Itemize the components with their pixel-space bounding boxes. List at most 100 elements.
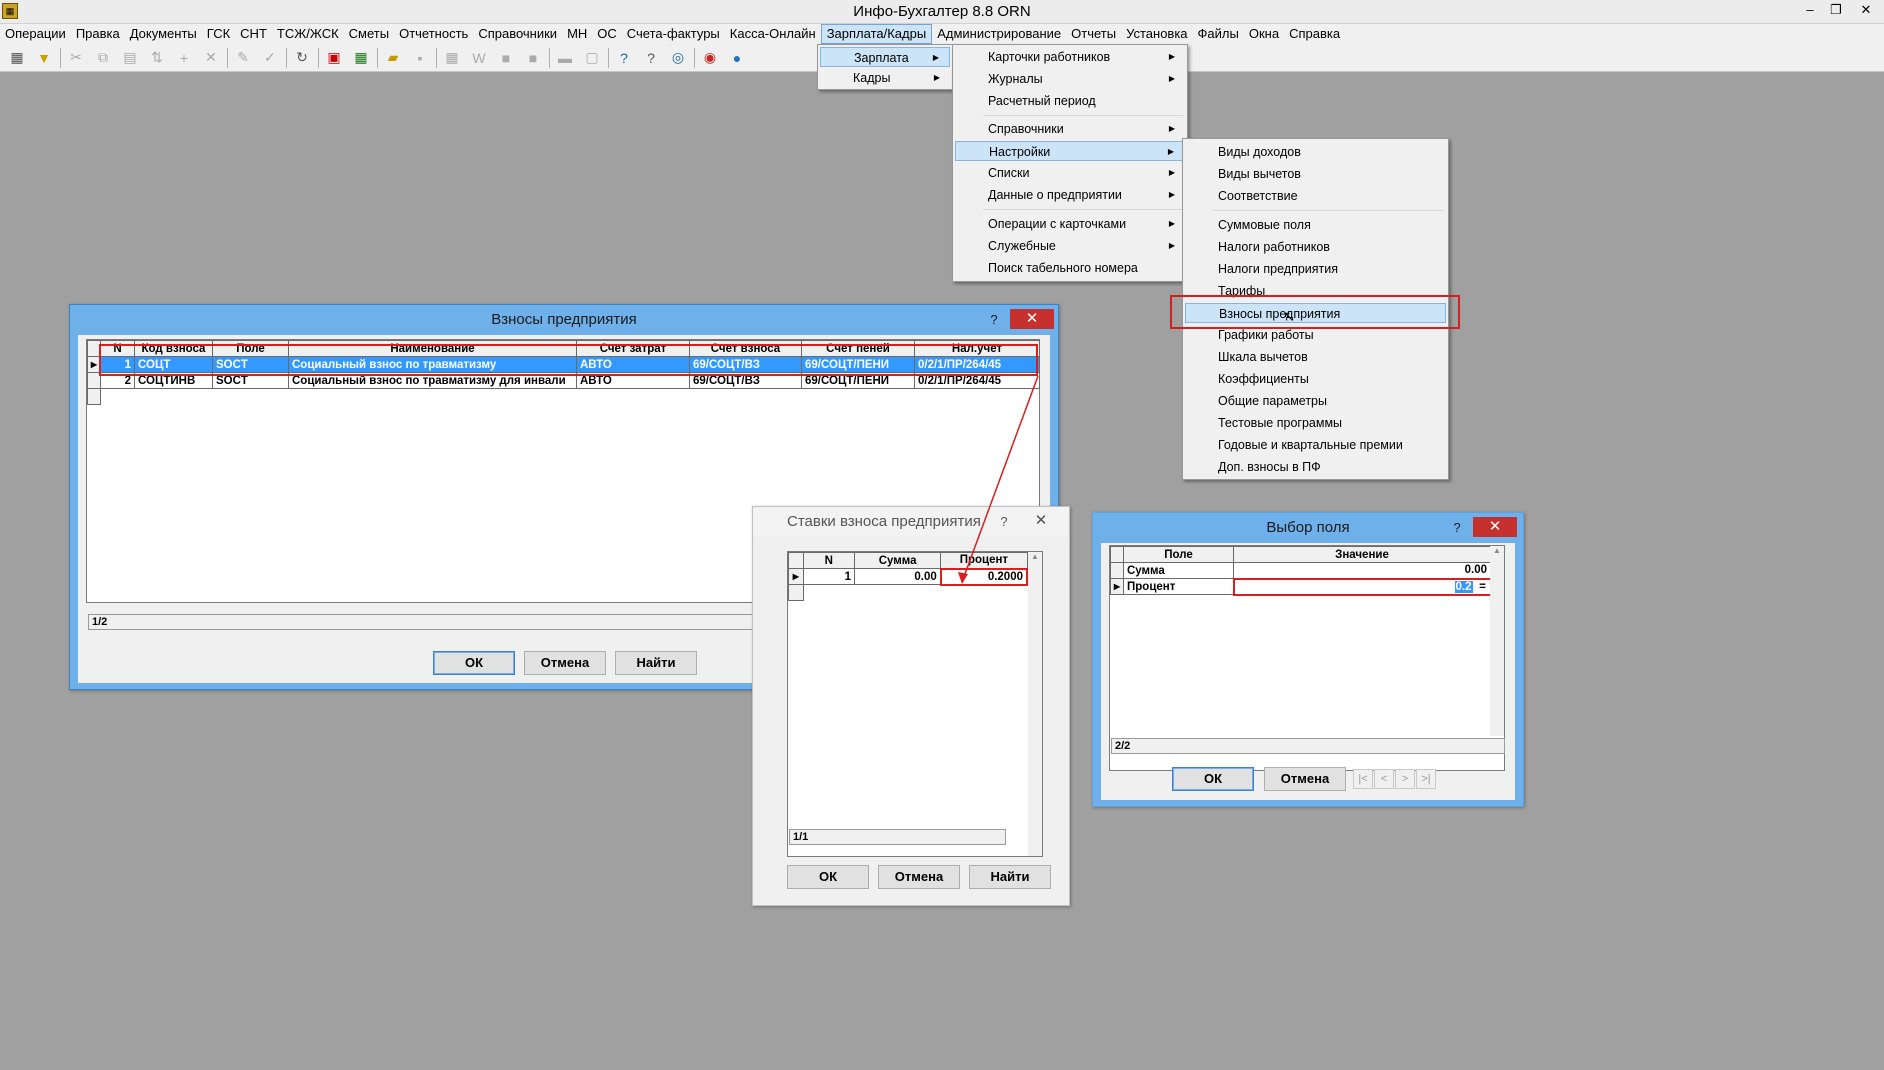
table-row[interactable]: ▶ Процент 0.2 = [1110,577,1492,596]
help-button[interactable]: ? [992,507,1016,537]
help-icon[interactable]: ? [613,47,635,69]
nav-last-button[interactable]: >| [1416,769,1436,789]
find-button[interactable]: Найти [615,651,697,675]
close-button[interactable]: ✕ [1473,517,1517,537]
menu-item-poisk-tabelnogo-nomera[interactable]: Поиск табельного номера [955,258,1185,278]
column-header[interactable]: N [802,552,856,569]
spreadsheet-icon[interactable]: ▦ [350,47,372,69]
menu-item-testovye-programmy[interactable]: Тестовые программы [1185,413,1446,433]
edit-icon[interactable]: ✎ [232,47,254,69]
word-icon[interactable]: W [468,47,490,69]
calculator-icon[interactable]: ▦ [6,47,28,69]
spell-icon[interactable]: ✓ [259,47,281,69]
ok-button[interactable]: ОК [433,651,515,675]
menu-item-summovye-polya[interactable]: Суммовые поля [1185,215,1446,235]
menu-item-zarplata[interactable]: Зарплата ▶ [820,47,950,67]
table-row[interactable]: Сумма 0.00 [1110,562,1491,579]
context-help-icon[interactable]: ? [640,47,662,69]
menu-administrirovanie[interactable]: Администрирование [932,24,1066,44]
menu-item-kartochki-rabotnikov[interactable]: Карточки работников ▶ [955,47,1185,67]
table-row[interactable]: ▶ 1 0.00 0.2000 [788,567,1029,586]
menu-item-vidy-dohodov[interactable]: Виды доходов [1185,142,1446,162]
menu-otchety[interactable]: Отчеты [1066,24,1121,44]
nav-prev-button[interactable]: < [1374,769,1394,789]
table-cell[interactable]: 0.00 [1233,562,1491,579]
restore-button[interactable]: ❐ [1826,1,1846,19]
table-cell[interactable]: Процент [1123,578,1234,595]
menu-scheta-faktury[interactable]: Счета-фактуры [622,24,725,44]
menu-item-obshchie-parametry[interactable]: Общие параметры [1185,391,1446,411]
cut-icon[interactable]: ✂ [65,47,87,69]
minimize-button[interactable]: – [1800,1,1820,19]
table-cell[interactable]: 0.00 [854,568,942,585]
menu-spravochniki[interactable]: Справочники [473,24,562,44]
preview-icon[interactable]: ▢ [581,47,603,69]
refresh-icon[interactable]: ↻ [291,47,313,69]
menu-faily[interactable]: Файлы [1193,24,1244,44]
menu-item-nalogi-predpriyatiya[interactable]: Налоги предприятия [1185,259,1446,279]
vertical-scrollbar[interactable]: ▲ [1028,552,1042,856]
menu-item-nastrojki[interactable]: Настройки ▶ [955,141,1185,161]
menu-zarplata-kadry[interactable]: Зарплата/Кадры [820,24,933,44]
menu-snt[interactable]: СНТ [235,24,272,44]
block-icon[interactable]: ■ [495,47,517,69]
menu-ustanovka[interactable]: Установка [1121,24,1192,44]
value-input[interactable]: 0.2 [1454,580,1473,593]
menu-mn[interactable]: МН [562,24,592,44]
menu-item-nalogi-rabotnikov[interactable]: Налоги работников [1185,237,1446,257]
table-cell[interactable]: Сумма [1123,562,1234,579]
cancel-button[interactable]: Отмена [878,865,960,889]
ok-button[interactable]: ОК [1172,767,1254,791]
pdf-icon[interactable]: ▣ [323,47,345,69]
table-cell[interactable]: 0.2000 [939,567,1029,586]
stavki-grid[interactable]: N Сумма Процент ▶ 1 0.00 0.2000 ▲ [787,551,1043,857]
compass-icon[interactable]: ◎ [667,47,689,69]
menu-item-kadry[interactable]: Кадры ▶ [820,68,950,88]
menu-pravka[interactable]: Правка [71,24,125,44]
menu-item-spravochniki[interactable]: Справочники ▶ [955,119,1185,139]
sort-icon[interactable]: ⇅ [146,47,168,69]
close-button[interactable]: ✕ [1856,1,1876,19]
menu-item-raschetnyj-period[interactable]: Расчетный период [955,91,1185,111]
filter-icon[interactable]: ▼ [33,47,55,69]
lifebuoy-icon[interactable]: ◉ [699,47,721,69]
menu-kassa-online[interactable]: Касса-Онлайн [725,24,821,44]
cancel-button[interactable]: Отмена [524,651,606,675]
menu-item-spiski[interactable]: Списки ▶ [955,163,1185,183]
menu-otchetnost[interactable]: Отчетность [394,24,473,44]
menu-smety[interactable]: Сметы [344,24,394,44]
open-folder-icon[interactable]: ▰ [382,47,404,69]
add-icon[interactable]: + [173,47,195,69]
block2-icon[interactable]: ■ [522,47,544,69]
menu-spravka[interactable]: Справка [1284,24,1345,44]
close-button[interactable]: ✕ [1019,511,1063,531]
menu-item-dop-vznosy-pf[interactable]: Доп. взносы в ПФ [1185,457,1446,477]
menu-item-godovye-premii[interactable]: Годовые и квартальные премии [1185,435,1446,455]
print-icon[interactable]: ▬ [554,47,576,69]
column-header[interactable]: Поле [1123,546,1234,563]
menu-item-sootvetstvie[interactable]: Соответствие [1185,186,1446,206]
paste-icon[interactable]: ▤ [119,47,141,69]
menu-item-sluzhebnye[interactable]: Служебные ▶ [955,236,1185,256]
vertical-scrollbar[interactable]: ▲ [1490,546,1504,736]
copy-icon[interactable]: ⧉ [92,47,114,69]
value-edit-cell[interactable]: 0.2 = [1232,577,1492,596]
menu-gsk[interactable]: ГСК [202,24,235,44]
menu-item-dannye-o-predpriyatii[interactable]: Данные о предприятии ▶ [955,185,1185,205]
menu-os[interactable]: ОС [592,24,622,44]
find-button[interactable]: Найти [969,865,1051,889]
delete-icon[interactable]: ✕ [200,47,222,69]
nav-first-button[interactable]: |< [1353,769,1373,789]
help-button[interactable]: ? [982,305,1006,335]
column-header[interactable]: Процент [940,552,1028,569]
menu-dokumenty[interactable]: Документы [125,24,202,44]
cancel-button[interactable]: Отмена [1264,767,1346,791]
edit-equals-button[interactable]: = [1476,581,1489,593]
menu-item-vidy-vychetov[interactable]: Виды вычетов [1185,164,1446,184]
save-icon[interactable]: ▪ [409,47,431,69]
close-button[interactable]: ✕ [1010,309,1054,329]
menu-tszh[interactable]: ТСЖ/ЖСК [272,24,344,44]
nav-next-button[interactable]: > [1395,769,1415,789]
menu-operacii[interactable]: Операции [0,24,71,44]
grid-icon[interactable]: ▦ [441,47,463,69]
